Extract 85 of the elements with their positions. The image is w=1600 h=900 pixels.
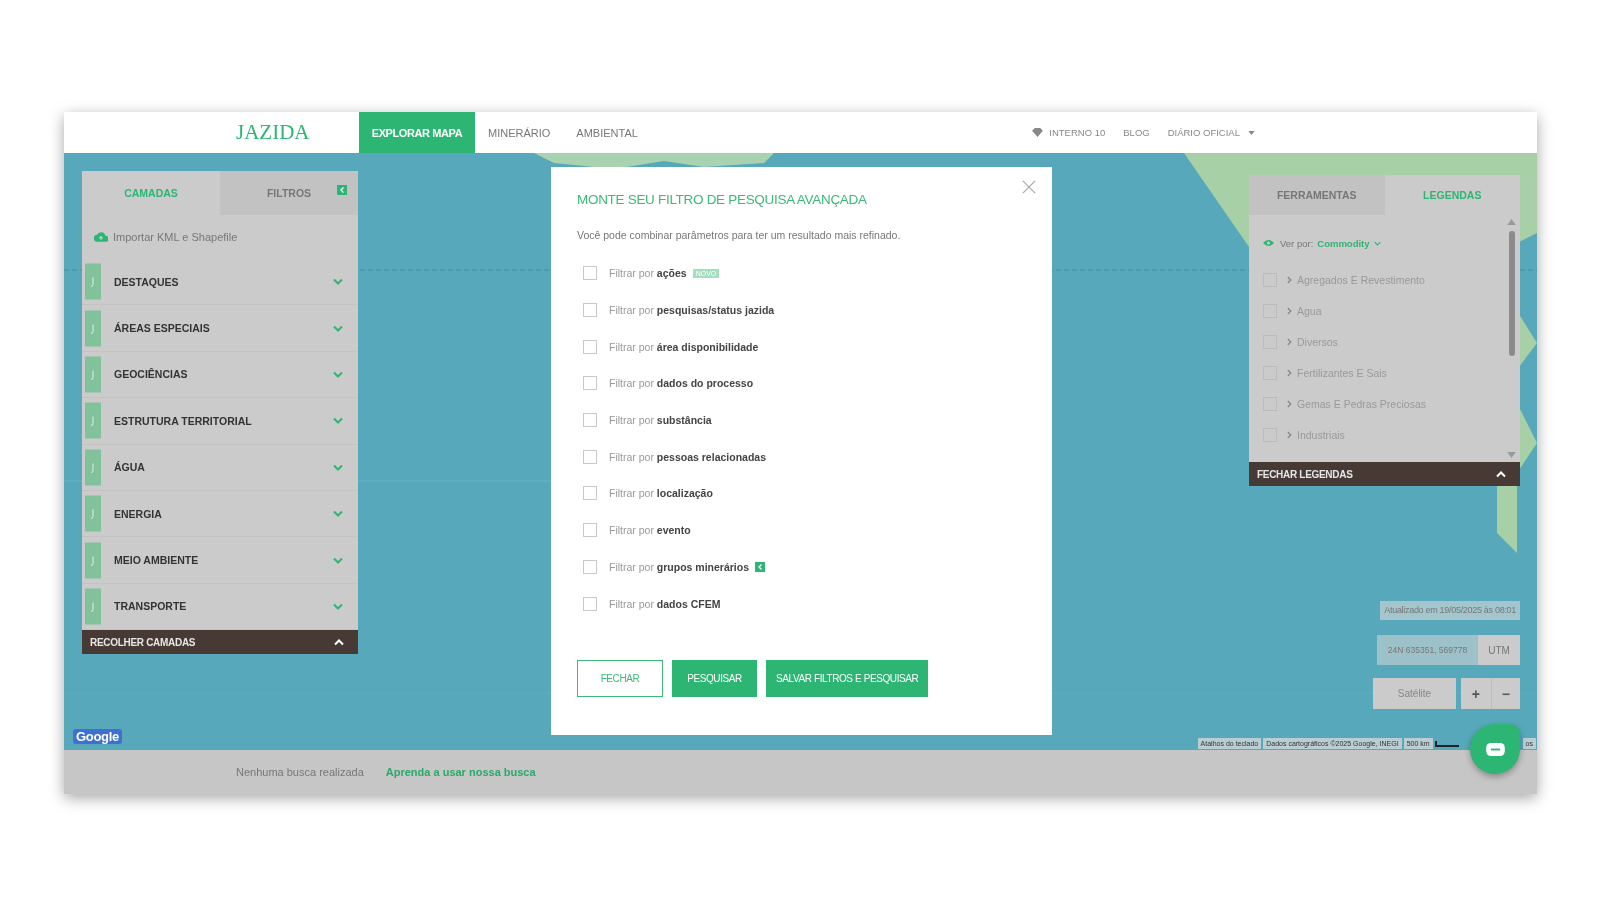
scroll-down-icon[interactable] [1507, 452, 1516, 458]
filter-label: Filtrar por pessoas relacionadas [609, 450, 766, 463]
handle-icon [85, 495, 101, 533]
dialog-title: MONTE SEU FILTRO DE PESQUISA AVANÇADA [577, 192, 868, 207]
handle-icon [85, 309, 101, 347]
filter-label: Filtrar por localização [609, 487, 713, 500]
google-logo: Google [73, 729, 122, 744]
checkbox[interactable] [583, 339, 597, 354]
section-label: ENERGIA [114, 507, 163, 520]
status-text: Nenhuma busca realizada [236, 766, 364, 778]
chevron-right-icon [1287, 430, 1292, 439]
chevron-right-icon [1287, 276, 1292, 285]
section-label: ÁREAS ESPECIAIS [114, 322, 211, 335]
view-by-label: Ver por: [1280, 237, 1314, 249]
caret-icon [1248, 130, 1255, 135]
filter-label: Filtrar por evento [609, 524, 691, 537]
layer-section[interactable]: ENERGIA [82, 490, 358, 538]
filter-label: Filtrar por área disponibilidade [609, 340, 759, 353]
eye-icon [1263, 239, 1274, 247]
blog-link[interactable]: BLOG [1123, 127, 1150, 138]
chat-icon [1485, 742, 1505, 756]
dropdown-link[interactable]: DIÁRIO OFICIAL [1167, 127, 1240, 138]
scroll-up-icon[interactable] [1507, 219, 1516, 225]
zoom-in-button[interactable]: + [1461, 678, 1491, 709]
chevron-up-icon [334, 638, 344, 646]
checkbox[interactable] [583, 413, 597, 428]
chevron-up-icon [1496, 470, 1506, 478]
filter-label: Filtrar por substância [609, 414, 712, 427]
handle-icon [85, 402, 101, 440]
dialog-description: Você pode combinar parâmetros para ter um resultado mais refinado. [577, 229, 902, 241]
chevron-right-icon [1287, 307, 1292, 316]
collapse-bar[interactable]: FECHAR LEGENDAS [1249, 462, 1520, 486]
chevron-down-icon [1373, 240, 1381, 246]
checkbox[interactable] [583, 266, 597, 281]
panel-tab[interactable]: FILTROS [220, 171, 358, 215]
filter-label: Filtrar por dados do processo [609, 377, 754, 390]
checkbox[interactable] [583, 596, 597, 611]
search-button[interactable]: SALVAR FILTROS E PESQUISAR [766, 659, 929, 697]
logo[interactable]: JAZIDA [236, 120, 310, 145]
section-label: TRANSPORTE [114, 600, 188, 613]
layer-section[interactable]: ESTRUTURA TERRITORIAL [82, 398, 358, 445]
section-label: MEIO AMBIENTE [114, 554, 200, 567]
section-label: ESTRUTURA TERRITORIAL [114, 414, 253, 427]
collapse-icon [337, 185, 347, 195]
nav-tab[interactable]: EXPLORAR MAPA [359, 112, 475, 153]
close-button[interactable]: FECHAR [577, 659, 663, 697]
section-label: GEOCIÊNCIAS [114, 368, 189, 381]
chevron-right-icon [1287, 369, 1292, 378]
filter-label: Filtrar por ações [609, 267, 687, 280]
scale-bar [1434, 740, 1459, 747]
panel-tab[interactable]: FERRAMENTAS [1249, 175, 1385, 215]
layer-section[interactable]: DESTAQUES [82, 259, 358, 306]
update-label: Atualizado em 19/05/2025 às 08:01 [1380, 601, 1520, 620]
search-button[interactable]: PESQUISAR [672, 659, 757, 697]
cloud-upload-icon [94, 232, 108, 242]
handle-icon [85, 448, 101, 486]
diamond-icon [1032, 128, 1044, 137]
checkbox[interactable] [583, 303, 597, 318]
section-label: ÁGUA [114, 461, 146, 474]
checkbox[interactable] [583, 449, 597, 464]
layer-section[interactable]: ÁREAS ESPECIAIS [82, 305, 358, 352]
zoom-out-button[interactable]: − [1490, 678, 1520, 709]
checkbox[interactable] [583, 523, 597, 538]
handle-icon [85, 263, 101, 301]
filter-label: Filtrar por pesquisas/status jazida [609, 304, 775, 317]
handle-icon [85, 587, 101, 625]
collapse-bar[interactable]: RECOLHER CAMADAS [82, 630, 358, 655]
filter-label: Filtrar por dados CFEM [609, 597, 721, 610]
close-icon[interactable] [1022, 180, 1036, 194]
handle-icon [85, 541, 101, 579]
handle-icon [85, 355, 101, 393]
chevron-right-icon [1287, 338, 1292, 347]
checkbox[interactable] [583, 559, 597, 574]
layer-section[interactable]: MEIO AMBIENTE [82, 537, 358, 584]
checkbox[interactable] [583, 486, 597, 501]
chevron-right-icon [1287, 400, 1292, 408]
checkbox[interactable] [583, 376, 597, 391]
map-type-button[interactable]: Satélite [1373, 678, 1456, 709]
section-label: DESTAQUES [114, 275, 180, 288]
layer-section[interactable]: ÁGUA [82, 444, 358, 491]
plan-link[interactable]: INTERNO 10 [1049, 127, 1106, 138]
layer-section[interactable]: GEOCIÊNCIAS [82, 351, 358, 399]
scrollbar[interactable] [1507, 219, 1516, 458]
import-link[interactable]: Importar KML e Shapefile [113, 231, 238, 243]
filter-label: Filtrar por grupos minerários [609, 560, 750, 573]
